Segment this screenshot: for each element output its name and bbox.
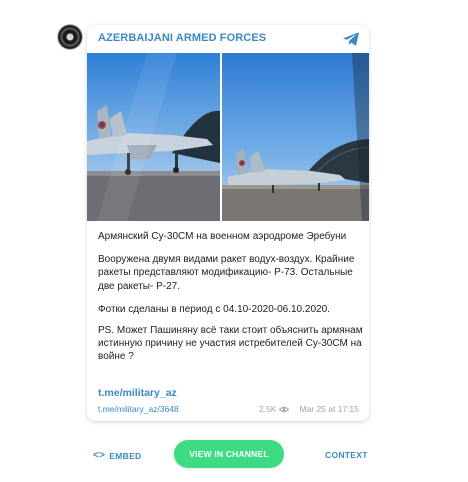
code-brackets-icon: <> [93, 450, 106, 461]
fighter-jet-photo-right[interactable] [222, 53, 369, 221]
post-text: Армянский Су-30СМ на военном аэродроме Э… [98, 230, 364, 374]
post-paragraph: Армянский Су-30СМ на военном аэродроме Э… [98, 231, 347, 242]
fighter-jet-photo-left[interactable] [87, 53, 220, 221]
post-meta: 2.5K Mar 25 at 17:15 [259, 404, 359, 414]
post-link[interactable]: t.me/military_az/3648 [98, 404, 179, 414]
embed-button[interactable]: <> EMBED [93, 450, 141, 461]
photo-gallery[interactable] [87, 53, 369, 221]
channel-name[interactable]: AZERBAIJANI ARMED FORCES [98, 32, 266, 44]
context-button[interactable]: CONTEXT [325, 450, 368, 460]
telegram-icon[interactable] [343, 32, 359, 46]
post-paragraph: PS. Может Пашиняну всё таки стоит объясн… [98, 325, 363, 363]
view-in-channel-button[interactable]: VIEW IN CHANNEL [174, 440, 284, 468]
post-paragraph: Фотки сделаны в период с 04.10-2020-06.1… [98, 303, 330, 315]
embed-label: EMBED [109, 450, 142, 461]
view-count: 2.5K [258, 404, 277, 414]
eye-icon [279, 406, 290, 412]
post-card: AZERBAIJANI ARMED FORCES Армянский Су-30… [87, 25, 369, 421]
channel-avatar[interactable] [58, 25, 82, 49]
channel-link[interactable]: t.me/military_az [98, 387, 177, 399]
post-date[interactable]: Mar 25 at 17:15 [299, 404, 359, 414]
post-paragraph: Вооружена двумя видами ракет водух-возду… [98, 254, 355, 292]
widget-footer: <> EMBED VIEW IN CHANNEL CONTEXT [0, 440, 468, 470]
